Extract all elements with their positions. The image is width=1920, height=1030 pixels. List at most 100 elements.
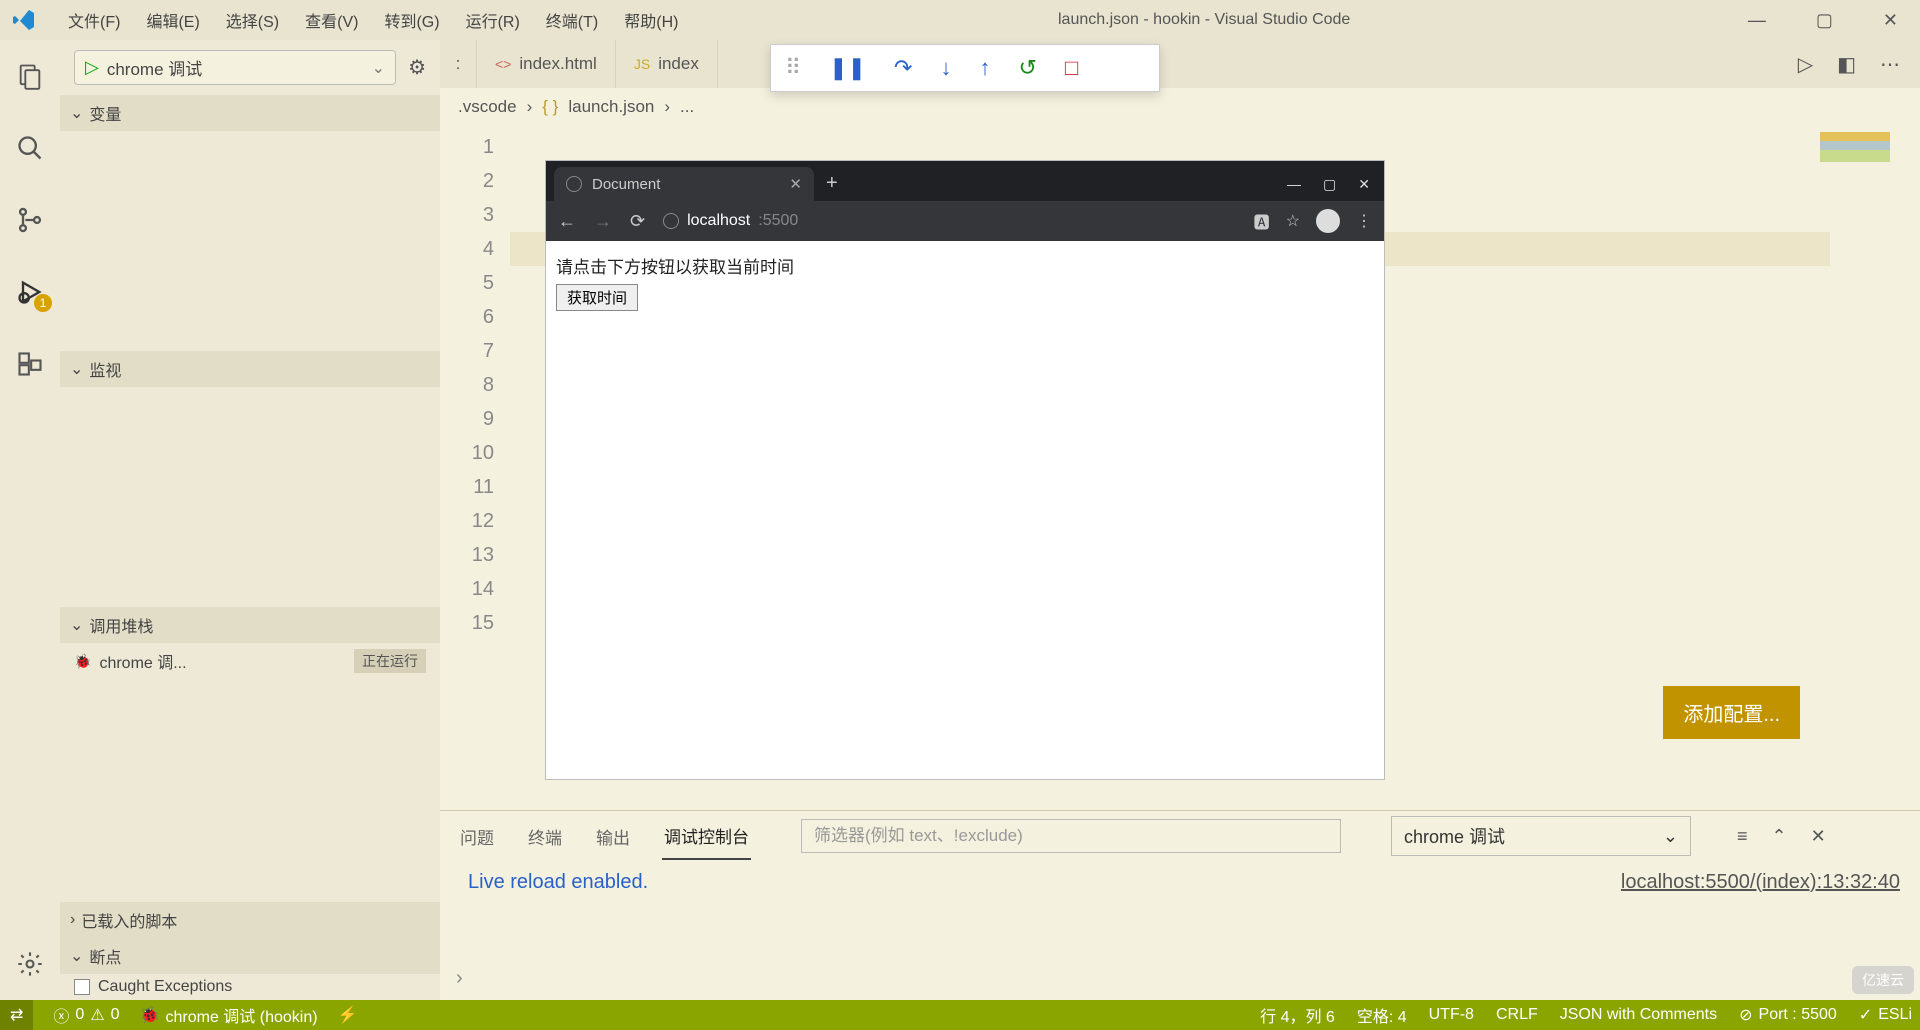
window-title: launch.json - hookin - Visual Studio Cod… bbox=[690, 11, 1717, 29]
watermark: 亿速云 bbox=[1852, 966, 1914, 994]
menu-run[interactable]: 运行(R) bbox=[454, 4, 532, 36]
explorer-icon[interactable] bbox=[14, 60, 46, 92]
close-tab-icon[interactable]: ✕ bbox=[789, 175, 802, 193]
menu-edit[interactable]: 编辑(E) bbox=[134, 4, 211, 36]
breakpoint-item[interactable]: Caught Exceptions bbox=[60, 974, 440, 1000]
menu-icon[interactable]: ⋮ bbox=[1356, 211, 1372, 231]
new-tab-icon[interactable]: + bbox=[826, 172, 838, 201]
breadcrumb-rest[interactable]: ... bbox=[680, 97, 694, 117]
chrome-tab[interactable]: Document ✕ bbox=[554, 167, 814, 201]
console-source[interactable]: localhost:5500/(index):13:32:40 bbox=[1621, 871, 1900, 894]
section-header-breakpoints[interactable]: ⌄断点 bbox=[60, 938, 440, 974]
section-header-callstack[interactable]: ⌄调用堆栈 bbox=[60, 607, 440, 643]
tab-hidden[interactable]: : bbox=[440, 40, 477, 88]
sb-eol[interactable]: CRLF bbox=[1496, 1006, 1538, 1024]
remote-indicator[interactable]: ⇄ bbox=[0, 1000, 33, 1030]
sb-indent[interactable]: 空格: 4 bbox=[1357, 1003, 1407, 1027]
debug-console-body[interactable]: Live reload enabled. localhost:5500/(ind… bbox=[440, 861, 1920, 1000]
section-header-variables[interactable]: ⌄变量 bbox=[60, 95, 440, 131]
menu-terminal[interactable]: 终端(T) bbox=[534, 4, 610, 36]
chrome-page: 请点击下方按钮以获取当前时间 获取时间 bbox=[546, 241, 1384, 779]
translate-icon[interactable]: 🅰 bbox=[1254, 209, 1270, 233]
step-into-icon[interactable]: ↓ bbox=[940, 55, 951, 81]
sb-debug-target[interactable]: 🐞chrome 调试 (hookin) bbox=[140, 1003, 318, 1027]
address-bar[interactable]: localhost:5500 bbox=[663, 212, 1236, 230]
stop-icon[interactable]: □ bbox=[1065, 55, 1078, 81]
chrome-window[interactable]: Document ✕ + — ▢ ✕ ← → ⟳ localhost:5500 … bbox=[545, 160, 1385, 780]
callstack-item[interactable]: 🐞 chrome 调... 正在运行 bbox=[60, 643, 440, 679]
section-header-watch[interactable]: ⌄监视 bbox=[60, 351, 440, 387]
section-header-loaded-scripts[interactable]: ›已载入的脚本 bbox=[60, 902, 440, 938]
step-out-icon[interactable]: ↑ bbox=[979, 55, 990, 81]
gear-icon[interactable]: ⚙ bbox=[408, 55, 426, 80]
debug-toolbar[interactable]: ⠿ ❚❚ ↷ ↓ ↑ ↺ □ bbox=[770, 44, 1160, 92]
split-editor-icon[interactable]: ◧ bbox=[1837, 52, 1856, 77]
run-code-icon[interactable]: ▷ bbox=[1798, 52, 1813, 77]
chevron-right-icon: › bbox=[664, 97, 670, 117]
restart-icon[interactable]: ↺ bbox=[1018, 55, 1036, 81]
menu-help[interactable]: 帮助(H) bbox=[612, 4, 690, 36]
chevron-down-icon: ⌄ bbox=[70, 946, 83, 966]
reload-icon[interactable]: ⟳ bbox=[630, 211, 645, 232]
forward-icon[interactable]: → bbox=[594, 211, 612, 232]
start-debug-icon[interactable]: ▷ bbox=[85, 57, 99, 78]
star-icon[interactable]: ☆ bbox=[1286, 211, 1300, 231]
pause-icon[interactable]: ❚❚ bbox=[829, 55, 866, 81]
activity-bar: 1 bbox=[0, 40, 60, 1000]
session-select[interactable]: chrome 调试 ⌄ bbox=[1391, 816, 1691, 856]
console-prompt-icon[interactable]: › bbox=[456, 967, 463, 990]
menu-file[interactable]: 文件(F) bbox=[56, 4, 132, 36]
search-icon[interactable] bbox=[14, 132, 46, 164]
page-text: 请点击下方按钮以获取当前时间 bbox=[556, 253, 1374, 278]
tab-problems[interactable]: 问题 bbox=[458, 814, 496, 859]
sb-port[interactable]: ⊘Port : 5500 bbox=[1739, 1005, 1837, 1025]
close-icon[interactable]: ✕ bbox=[1873, 10, 1908, 31]
drag-handle-icon[interactable]: ⠿ bbox=[785, 55, 801, 81]
breadcrumb[interactable]: .vscode › { } launch.json › ... bbox=[440, 88, 1920, 126]
site-info-icon[interactable] bbox=[663, 213, 679, 229]
debug-config-select[interactable]: ▷ chrome 调试 ⌄ bbox=[74, 50, 396, 85]
minimap[interactable] bbox=[1820, 132, 1890, 162]
menu-view[interactable]: 查看(V) bbox=[293, 4, 370, 36]
menu-select[interactable]: 选择(S) bbox=[214, 4, 291, 36]
minimize-icon[interactable]: — bbox=[1287, 176, 1301, 193]
step-over-icon[interactable]: ↷ bbox=[894, 55, 912, 81]
tab-index-js[interactable]: JSindex bbox=[616, 40, 718, 88]
close-icon[interactable]: ✕ bbox=[1358, 176, 1370, 193]
breadcrumb-folder[interactable]: .vscode bbox=[458, 97, 517, 117]
add-configuration-button[interactable]: 添加配置... bbox=[1663, 686, 1800, 739]
menu-goto[interactable]: 转到(G) bbox=[372, 4, 451, 36]
sb-language[interactable]: JSON with Comments bbox=[1560, 1006, 1717, 1024]
collapse-icon[interactable]: ⌃ bbox=[1772, 826, 1787, 847]
run-debug-icon[interactable]: 1 bbox=[14, 276, 46, 308]
tab-index-html[interactable]: <>index.html bbox=[477, 40, 616, 88]
get-time-button[interactable]: 获取时间 bbox=[556, 284, 638, 311]
more-icon[interactable]: ⋯ bbox=[1880, 52, 1900, 77]
tab-output[interactable]: 输出 bbox=[594, 814, 632, 859]
chevron-right-icon: › bbox=[527, 97, 533, 117]
close-panel-icon[interactable]: ✕ bbox=[1811, 826, 1826, 847]
maximize-icon[interactable]: ▢ bbox=[1323, 176, 1336, 193]
console-message: Live reload enabled. bbox=[468, 871, 648, 893]
sb-encoding[interactable]: UTF-8 bbox=[1429, 1006, 1474, 1024]
sb-cursor-position[interactable]: 行 4，列 6 bbox=[1260, 1003, 1335, 1027]
tab-debug-console[interactable]: 调试控制台 bbox=[662, 813, 751, 860]
settings-gear-icon[interactable] bbox=[14, 948, 46, 980]
clear-icon[interactable]: ≡ bbox=[1737, 826, 1748, 847]
tab-terminal[interactable]: 终端 bbox=[526, 814, 564, 859]
filter-input[interactable] bbox=[801, 819, 1341, 853]
checkbox[interactable] bbox=[74, 979, 90, 995]
sb-eslint[interactable]: ✓ESLi bbox=[1859, 1005, 1912, 1025]
back-icon[interactable]: ← bbox=[558, 211, 576, 232]
minimize-icon[interactable]: — bbox=[1738, 10, 1776, 31]
maximize-icon[interactable]: ▢ bbox=[1806, 10, 1843, 31]
sb-errors[interactable]: ⓧ0⚠0 bbox=[53, 1003, 119, 1027]
profile-avatar-icon[interactable] bbox=[1316, 209, 1340, 233]
section-label: 监视 bbox=[89, 357, 121, 381]
breadcrumb-file[interactable]: launch.json bbox=[568, 97, 654, 117]
sb-lightning[interactable]: ⚡ bbox=[338, 1005, 358, 1025]
extensions-icon[interactable] bbox=[14, 348, 46, 380]
chevron-down-icon[interactable]: ⌄ bbox=[372, 58, 385, 78]
line-number: 3 bbox=[440, 198, 494, 232]
source-control-icon[interactable] bbox=[14, 204, 46, 236]
